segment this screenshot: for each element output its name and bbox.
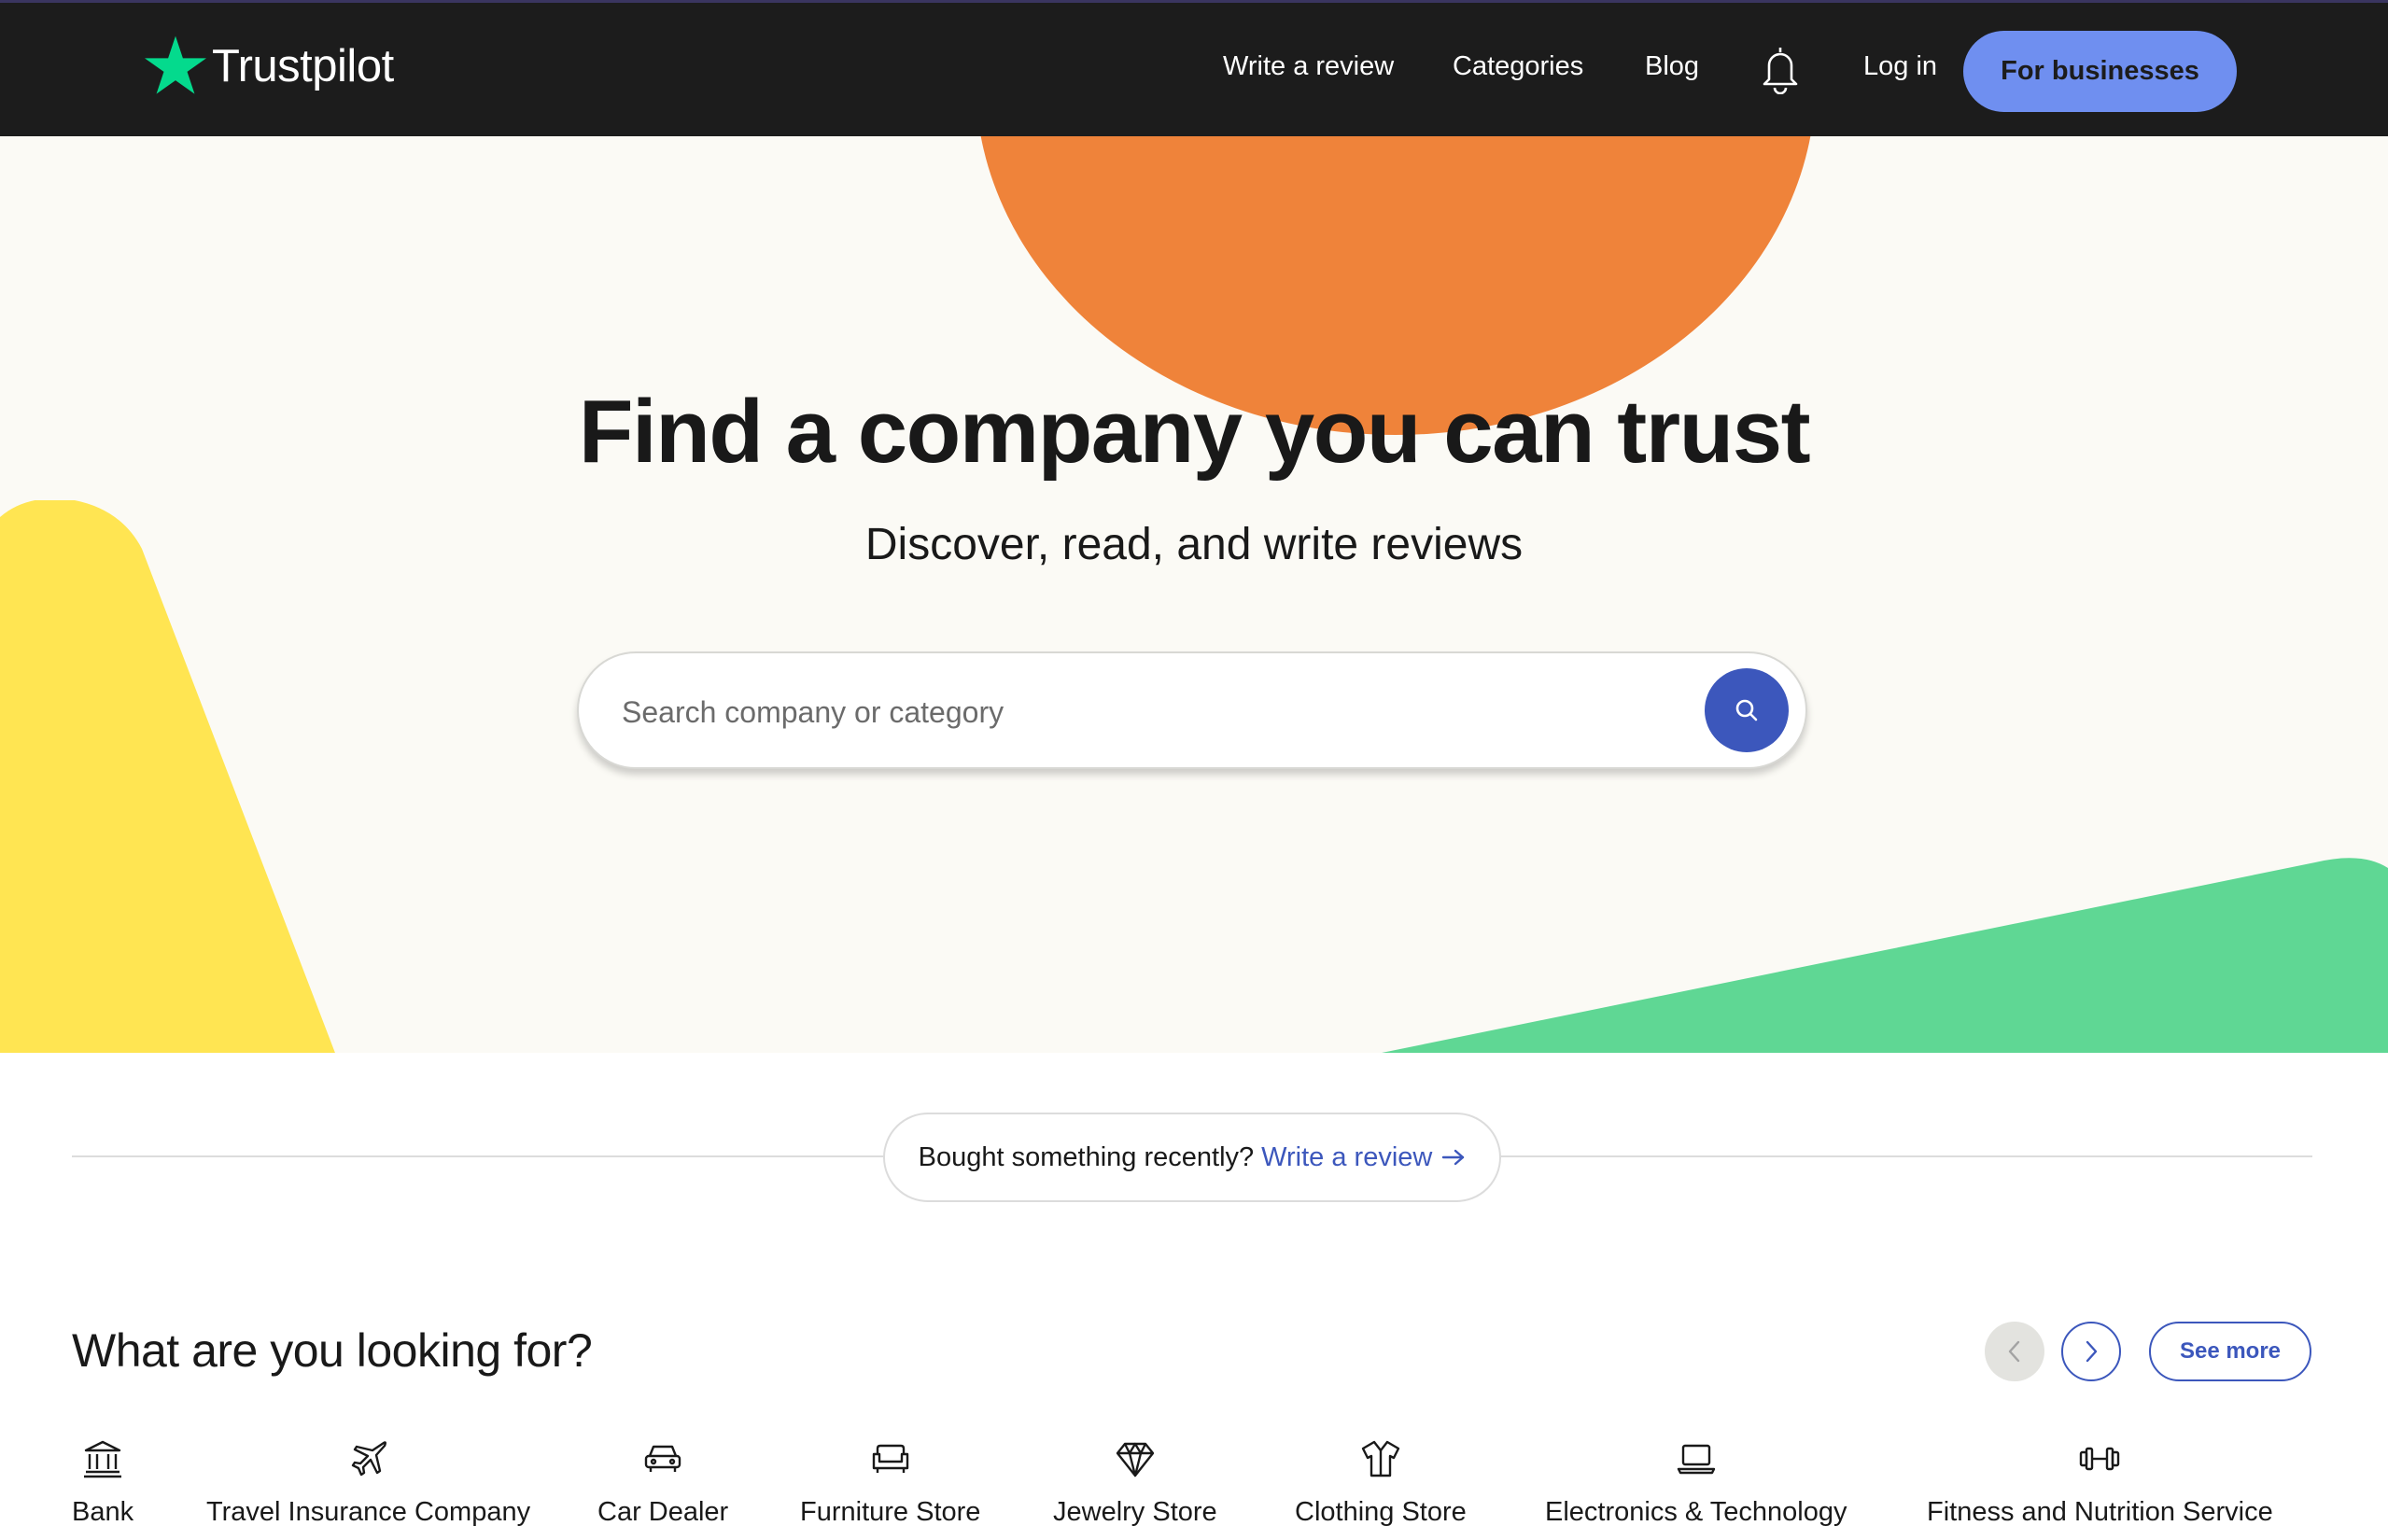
review-prompt-pill: Bought something recently? Write a revie… <box>883 1113 1501 1202</box>
category-label: Travel Insurance Company <box>206 1497 531 1527</box>
categories-heading: What are you looking for? <box>72 1324 593 1377</box>
hero-subtitle: Discover, read, and write reviews <box>864 520 1524 569</box>
diamond-icon <box>1116 1442 1155 1477</box>
shirt-icon <box>1361 1440 1400 1477</box>
category-item-car-dealer[interactable]: Car Dealer <box>597 1437 728 1528</box>
laptop-icon <box>1677 1444 1715 1475</box>
top-navigation-bar: Trustpilot Write a review Categories Blo… <box>0 0 2388 136</box>
category-item-electronics[interactable]: Electronics & Technology <box>1545 1437 1847 1528</box>
trustpilot-logo[interactable]: Trustpilot <box>145 35 394 94</box>
category-item-bank[interactable]: Bank <box>72 1437 133 1528</box>
see-more-button[interactable]: See more <box>2149 1322 2311 1381</box>
chevron-right-icon <box>2086 1340 2098 1363</box>
review-prompt-question: Bought something recently? <box>918 1141 1255 1172</box>
decorative-green-shape <box>1382 858 2388 1053</box>
category-item-fitness-nutrition[interactable]: Fitness and Nutrition Service <box>1927 1437 2273 1528</box>
nav-blog-link[interactable]: Blog <box>1645 51 1699 82</box>
hero-section: Find a company you can trust Discover, r… <box>0 136 2388 1053</box>
category-label: Clothing Store <box>1295 1497 1467 1527</box>
nav-login-link[interactable]: Log in <box>1863 51 1937 82</box>
hero-title: Find a company you can trust <box>578 382 1811 482</box>
carousel-next-button[interactable] <box>2061 1322 2121 1381</box>
decorative-yellow-shape <box>0 500 335 1053</box>
category-item-clothing-store[interactable]: Clothing Store <box>1295 1437 1467 1528</box>
search-button[interactable] <box>1705 668 1789 752</box>
for-businesses-button[interactable]: For businesses <box>1963 31 2237 112</box>
arrow-right-icon <box>1442 1149 1465 1166</box>
category-label: Jewelry Store <box>1053 1497 1217 1527</box>
category-label: Car Dealer <box>597 1497 729 1527</box>
carousel-previous-button[interactable] <box>1985 1322 2044 1381</box>
category-label: Furniture Store <box>800 1497 981 1527</box>
car-icon <box>644 1445 681 1472</box>
brand-name: Trustpilot <box>212 41 394 91</box>
nav-write-review-link[interactable]: Write a review <box>1223 51 1394 82</box>
bank-icon <box>84 1440 122 1478</box>
search-bar <box>577 651 1807 769</box>
write-review-link-label: Write a review <box>1261 1141 1433 1172</box>
star-logo-icon <box>145 35 206 94</box>
search-input[interactable] <box>622 687 1649 737</box>
sofa-icon <box>872 1444 908 1473</box>
category-item-furniture-store[interactable]: Furniture Store <box>800 1437 980 1528</box>
category-label: Fitness and Nutrition Service <box>1927 1497 2273 1527</box>
dumbbell-icon <box>2080 1447 2120 1471</box>
search-icon <box>1735 699 1758 721</box>
category-item-travel-insurance[interactable]: Travel Insurance Company <box>206 1437 530 1528</box>
category-item-jewelry-store[interactable]: Jewelry Store <box>1053 1437 1217 1528</box>
notifications-bell-icon[interactable] <box>1762 46 1799 95</box>
nav-categories-link[interactable]: Categories <box>1453 51 1583 82</box>
write-review-link[interactable]: Write a review <box>1261 1142 1466 1173</box>
category-label: Electronics & Technology <box>1545 1497 1847 1527</box>
category-label: Bank <box>72 1497 134 1527</box>
airplane-icon <box>351 1441 386 1477</box>
chevron-left-icon <box>2008 1340 2020 1363</box>
